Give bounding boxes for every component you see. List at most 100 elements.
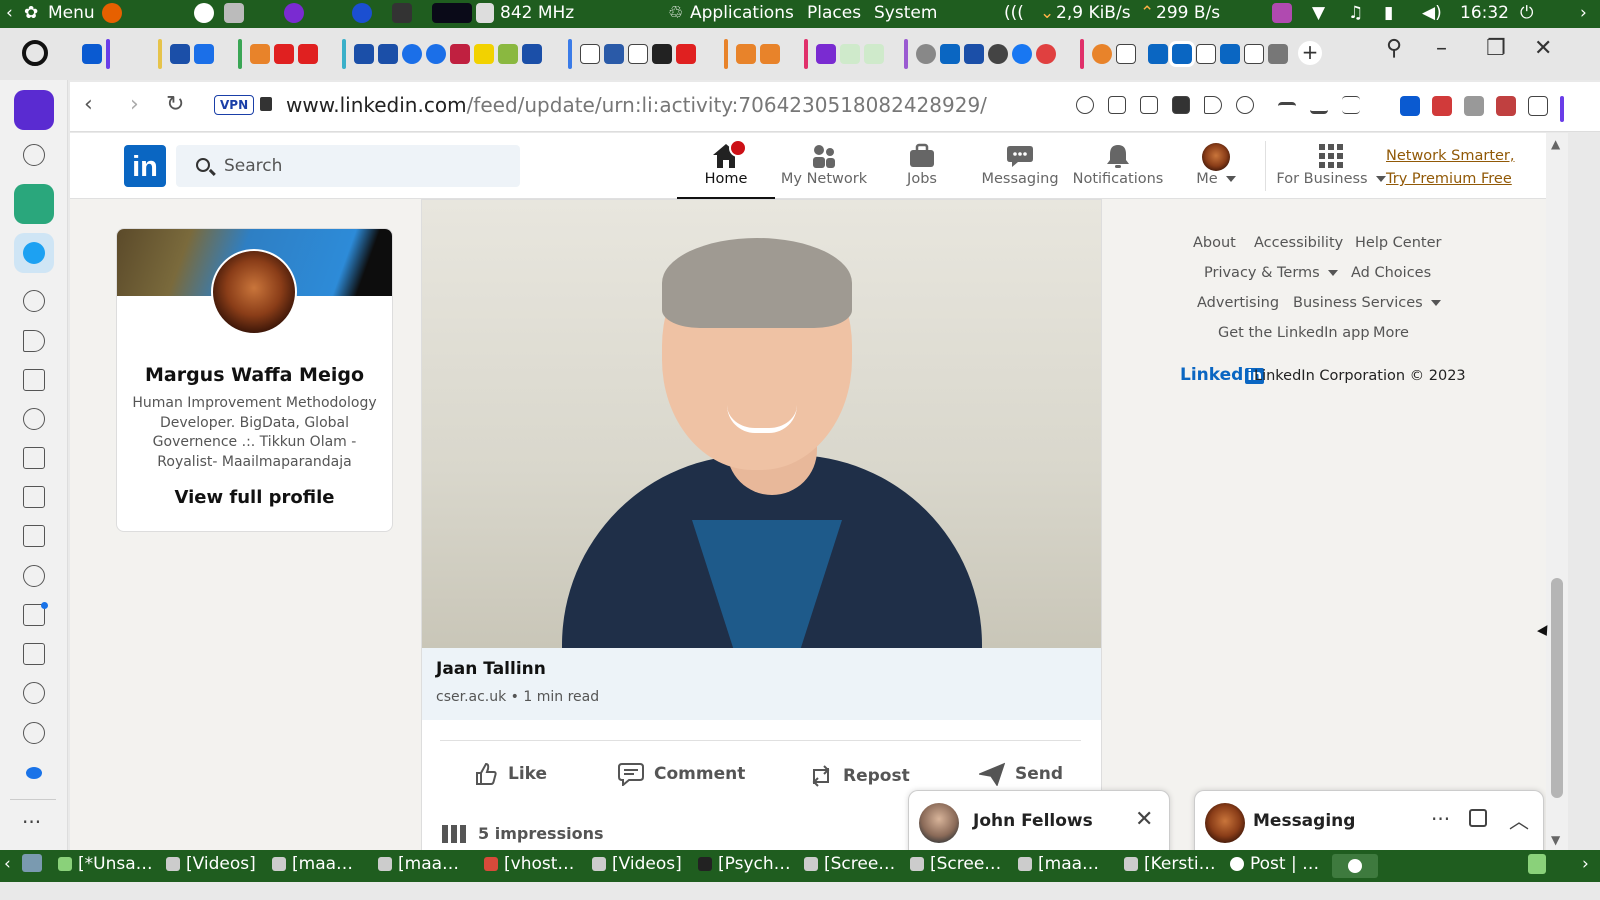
taskbar-right-arrow-icon[interactable]: › [1582,854,1589,874]
crown-icon[interactable] [23,144,45,166]
taskbar-item[interactable]: [Scree… [804,854,895,874]
footer-advertising-link[interactable]: Advertising [1197,295,1279,311]
send-button[interactable]: Send [979,762,1063,786]
edit-icon[interactable] [1108,96,1126,114]
footer-ad-choices-link[interactable]: Ad Choices [1351,265,1431,281]
tab-favicon-icon[interactable] [426,44,446,64]
wikipedia-tab-icon[interactable] [1244,44,1264,64]
taskbar-item[interactable]: [Scree… [910,854,1001,874]
opera-logo-icon[interactable] [22,40,48,66]
lightbulb-icon[interactable] [23,722,45,744]
twitter-icon[interactable] [14,233,54,273]
tab-favicon-icon[interactable] [988,44,1008,64]
taskbar-item[interactable]: [maa… [272,854,353,874]
footer-accessibility-link[interactable]: Accessibility [1254,235,1343,251]
tab-favicon-icon[interactable] [82,44,102,64]
power-icon[interactable]: ⏻ [1520,3,1533,23]
nav-me[interactable]: Me [1167,133,1265,199]
nav-notifications[interactable]: Notifications [1069,133,1167,199]
tab-favicon-icon[interactable] [604,44,624,64]
send-icon[interactable] [23,330,45,352]
nav-for-business[interactable]: For Business [1276,133,1386,199]
news-icon[interactable] [23,447,45,469]
footer-get-app-link[interactable]: Get the LinkedIn app [1218,325,1370,341]
tab-favicon-icon[interactable] [736,44,756,64]
tab-island-2[interactable] [150,38,214,70]
linkedin-tab-icon[interactable] [1148,44,1168,64]
tab-favicon-icon[interactable] [498,44,518,64]
audio-monitor-icon[interactable] [1272,3,1292,23]
page-scrollbar[interactable]: ▲ ▼ [1546,133,1568,850]
menu-logo-icon[interactable]: ✿ [24,3,38,23]
camera-icon[interactable] [1140,96,1158,114]
tab-island-1[interactable] [74,38,114,70]
tab-island-10[interactable] [1140,38,1288,70]
search-tabs-icon[interactable]: ⚲ [1386,36,1402,61]
shield-icon[interactable] [1172,96,1190,114]
compose-message-icon[interactable] [1469,809,1487,827]
tab-island-3[interactable] [230,38,318,70]
more-dots-icon[interactable]: ··· [22,810,41,834]
taskbar-item[interactable]: [maa… [1018,854,1099,874]
reload-icon[interactable]: ↻ [166,92,184,117]
url-field[interactable]: www.linkedin.com/feed/update/urn:li:acti… [286,93,987,117]
download-icon[interactable] [1310,96,1328,114]
settings-sliders-icon[interactable] [1342,96,1360,114]
taskbar-item[interactable]: [maa… [378,854,459,874]
taskbar-item[interactable]: Post | … [1230,854,1319,874]
taskbar-item[interactable]: [vhost… [484,854,574,874]
trash-icon[interactable] [1528,854,1546,874]
nav-jobs[interactable]: Jobs [873,133,971,199]
minimize-window-icon[interactable]: – [1436,36,1447,61]
conversation-window[interactable]: John Fellows ✕ [908,790,1170,850]
easy-setup-icon[interactable] [1278,102,1296,120]
scroll-down-arrow-icon[interactable]: ▼ [1551,833,1560,847]
firefox-launcher-icon[interactable] [102,3,122,23]
tab-favicon-icon[interactable] [964,44,984,64]
tab-favicon-icon[interactable] [652,44,672,64]
tab-favicon-icon[interactable] [450,44,470,64]
launcher-gears-icon[interactable] [224,3,244,23]
tabs-icon[interactable] [23,525,45,547]
tab-island-5[interactable] [560,38,696,70]
extension-puzzle-icon[interactable] [1464,96,1484,116]
tab-island-9[interactable] [1072,38,1136,70]
footer-more-link[interactable]: More [1373,325,1409,341]
tab-island-6[interactable] [716,38,780,70]
repost-button[interactable]: Repost [809,762,910,790]
taskbar-item[interactable]: [Kersti… [1124,854,1216,874]
tab-favicon-icon[interactable] [760,44,780,64]
tab-grid-icon[interactable] [1268,44,1288,64]
close-conversation-icon[interactable]: ✕ [1135,807,1153,832]
panel-right-arrow-icon[interactable]: › [1580,3,1587,23]
messaging-more-icon[interactable]: ··· [1431,807,1450,831]
launcher-a-icon[interactable] [194,3,214,23]
menu-button[interactable]: Menu [48,3,95,23]
menu-system[interactable]: System [874,3,937,23]
panel-left-arrow-icon[interactable]: ‹ [6,3,13,23]
menu-applications[interactable]: Applications [690,3,794,23]
cube-icon[interactable] [23,643,45,665]
collapse-chevron-up-icon[interactable]: ︿ [1509,805,1529,834]
notification-bell-icon[interactable]: ♫ [1348,3,1363,23]
vpn-badge[interactable]: VPN [214,95,255,115]
restore-window-icon[interactable]: ❐ [1486,36,1506,61]
tab-favicon-icon[interactable] [250,44,270,64]
view-full-profile-link[interactable]: View full profile [117,487,392,508]
tab-favicon-icon[interactable] [676,44,696,64]
tab-island-4[interactable] [334,38,542,70]
tab-favicon-icon[interactable] [864,44,884,64]
linkedin-tab-icon[interactable] [1220,44,1240,64]
tab-favicon-icon[interactable] [1036,44,1056,64]
edit-icon[interactable] [23,486,45,508]
scroll-up-arrow-icon[interactable]: ▲ [1551,137,1560,151]
send-icon[interactable] [1204,96,1222,114]
sidebar-toggle-bar[interactable] [1560,96,1564,122]
tab-favicon-icon[interactable] [194,44,214,64]
tab-favicon-icon[interactable] [170,44,190,64]
lock-icon[interactable] [260,97,272,111]
tab-favicon-icon[interactable] [628,44,648,64]
tab-favicon-icon[interactable] [298,44,318,64]
forward-icon[interactable]: › [130,92,139,117]
taskbar-item[interactable]: [Psych… [698,854,791,874]
